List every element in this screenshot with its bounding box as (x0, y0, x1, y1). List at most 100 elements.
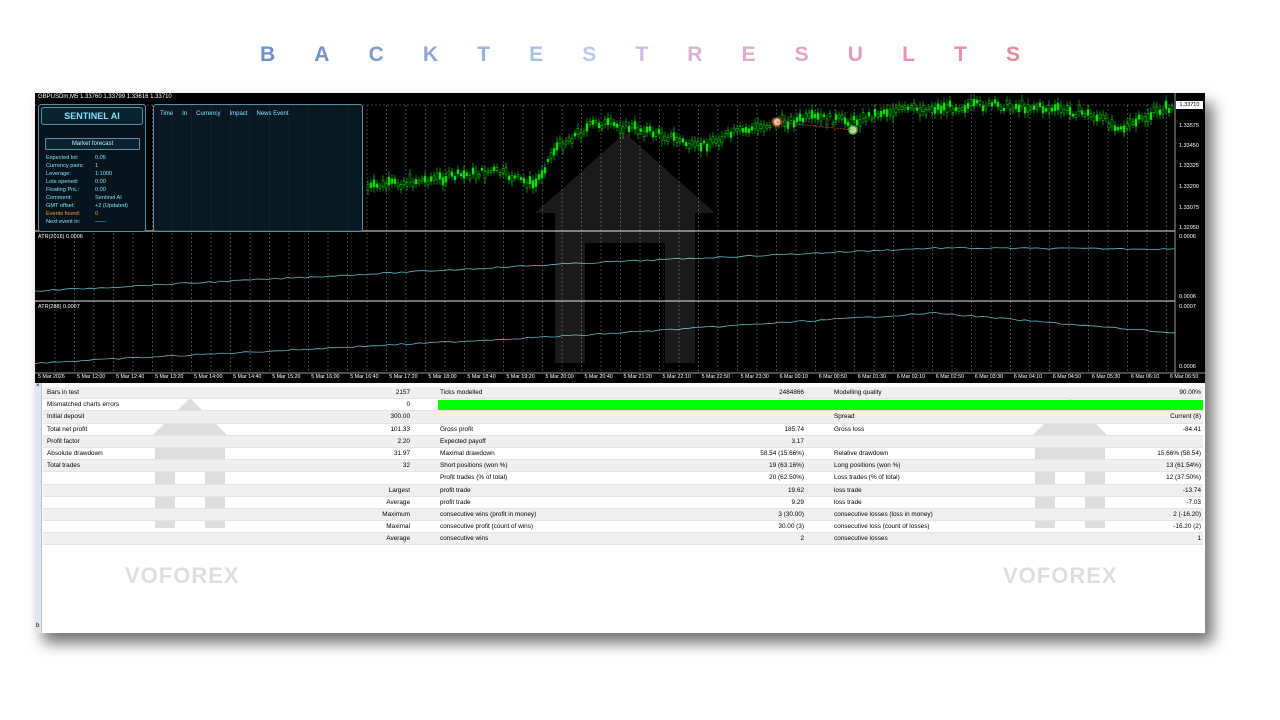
report-cell-c6: 1 (1197, 535, 1201, 543)
candle-body (984, 104, 988, 110)
candle-body (972, 99, 976, 107)
candle-body (936, 103, 940, 110)
candle-body (849, 118, 853, 126)
title-letter: E (741, 43, 756, 66)
candle-body (765, 125, 769, 129)
candle-body (453, 175, 457, 180)
report-cell-c5: Loss trades (% of total) (834, 474, 900, 482)
candle-body (810, 110, 814, 119)
report-cell-c1: Bars in test (47, 389, 79, 396)
candle-body (435, 172, 439, 180)
report-cell-c2: 2157 (395, 389, 410, 396)
candle-body (585, 123, 589, 132)
candle-body (384, 182, 388, 189)
time-axis-label: 5 Mar 23:30 (740, 374, 769, 380)
watermark-text-left: VOFOREX (125, 563, 240, 588)
candle-body (1044, 108, 1048, 112)
candle-body (1083, 113, 1087, 117)
candle-body (660, 132, 664, 141)
panel-stat-value: 0.00 (95, 179, 106, 185)
news-header: Time In Currency Impact News Event (160, 111, 289, 117)
candle-body (897, 105, 901, 110)
report-row: Total net profit 101.33 Gross profit 185.74… (43, 424, 1203, 436)
atr-2016-line (35, 246, 1176, 292)
candle-body (597, 122, 601, 129)
time-axis-label: 5 Mar 19:20 (506, 374, 535, 380)
candle-body (522, 178, 526, 184)
report-cell-c3: profit trade (440, 498, 471, 506)
report-row: Average consecutive wins 2 consecutive loss… (43, 533, 1203, 546)
candle-body (1134, 118, 1138, 127)
price-axis-label: 1.33575 (1179, 123, 1199, 129)
candle-body (627, 126, 631, 133)
report-cell-c4: 2 (800, 535, 804, 543)
time-axis-label: 6 Mar 00:10 (779, 374, 808, 380)
panel-title: SENTINEL AI (41, 107, 143, 125)
candle-body (441, 177, 445, 186)
candle-body (1017, 104, 1021, 113)
candle-body (1071, 113, 1075, 117)
report-cell-c3: consecutive profit (count of wins) (440, 523, 534, 531)
candle-body (1041, 106, 1045, 114)
report-cell-c4: 185.74 (784, 425, 804, 433)
panel-stat-value: 0.05 (95, 155, 106, 161)
candle-body (456, 169, 460, 175)
candle-body (579, 131, 583, 139)
candle-body (1047, 105, 1051, 113)
atr-288-bottom-value: 0.0006 (1179, 364, 1196, 370)
candle-body (693, 140, 697, 148)
candle-body (816, 112, 820, 120)
price-chart[interactable]: GBPUSDm,M5 1.33760 1.33799 1.33616 1.337… (35, 93, 1205, 383)
candle-body (1131, 120, 1135, 125)
candle-body (711, 136, 715, 143)
time-axis-label: 6 Mar 00:50 (818, 374, 847, 380)
candle-body (735, 127, 739, 132)
candle-body (408, 174, 412, 183)
candle-body (495, 167, 499, 171)
candle-body (915, 107, 919, 111)
candle-body (744, 127, 748, 133)
tab-marker: b (36, 623, 40, 629)
candle-body (720, 135, 724, 143)
candle-body (1107, 123, 1111, 129)
candle-body (423, 175, 427, 183)
market-forecast-button[interactable]: Market forecast (45, 138, 140, 150)
atr-288-label: ATR(288) 0.0007 (38, 304, 80, 310)
candle-body (438, 172, 442, 180)
candle-body (549, 152, 553, 160)
report-row: Initial deposit 300.00 Spread Current (8) (43, 411, 1203, 424)
close-icon[interactable]: × (36, 383, 40, 389)
report-cell-c6: 12 (37.50%) (1166, 474, 1201, 482)
panel-stat-row: Currency pairs: 1 (46, 162, 146, 170)
panel-stat-label: Next event in: (46, 219, 81, 225)
panel-stat-label: Leverage: (46, 171, 71, 177)
candle-body (654, 131, 658, 137)
panel-stat-label: Expected lot: (46, 155, 79, 161)
candle-body (909, 105, 913, 109)
news-column-header: Currency (196, 111, 221, 117)
report-cell-c5: Relative drawdown (834, 449, 888, 457)
candle-body (960, 107, 964, 111)
candle-body (750, 126, 754, 131)
report-cell-c6: -84.41 (1182, 425, 1201, 433)
candle-body (939, 105, 943, 114)
title-letter: K (422, 43, 439, 66)
candle-body (858, 119, 862, 128)
candle-body (621, 126, 625, 134)
candle-body (591, 119, 595, 125)
report-cell-c3: Short positions (won %) (440, 462, 508, 470)
time-axis-label: 5 Mar 22:10 (662, 374, 691, 380)
candle-body (975, 99, 979, 104)
candle-body (1029, 107, 1033, 111)
panel-stat-value: +2 (Updated) (95, 203, 128, 209)
candle-body (804, 113, 808, 119)
candle-body (855, 119, 859, 126)
candle-body (924, 108, 928, 115)
modelling-quality-bar (438, 400, 1203, 411)
time-axis-label: 5 Mar 13:20 (155, 374, 184, 380)
time-axis-label: 5 Mar 14:00 (194, 374, 223, 380)
report-row: Absolute drawdown 31.97 Maximal drawdown 58… (43, 448, 1203, 461)
candle-body (1170, 105, 1174, 110)
candle-body (813, 114, 817, 118)
candle-body (1092, 115, 1096, 122)
